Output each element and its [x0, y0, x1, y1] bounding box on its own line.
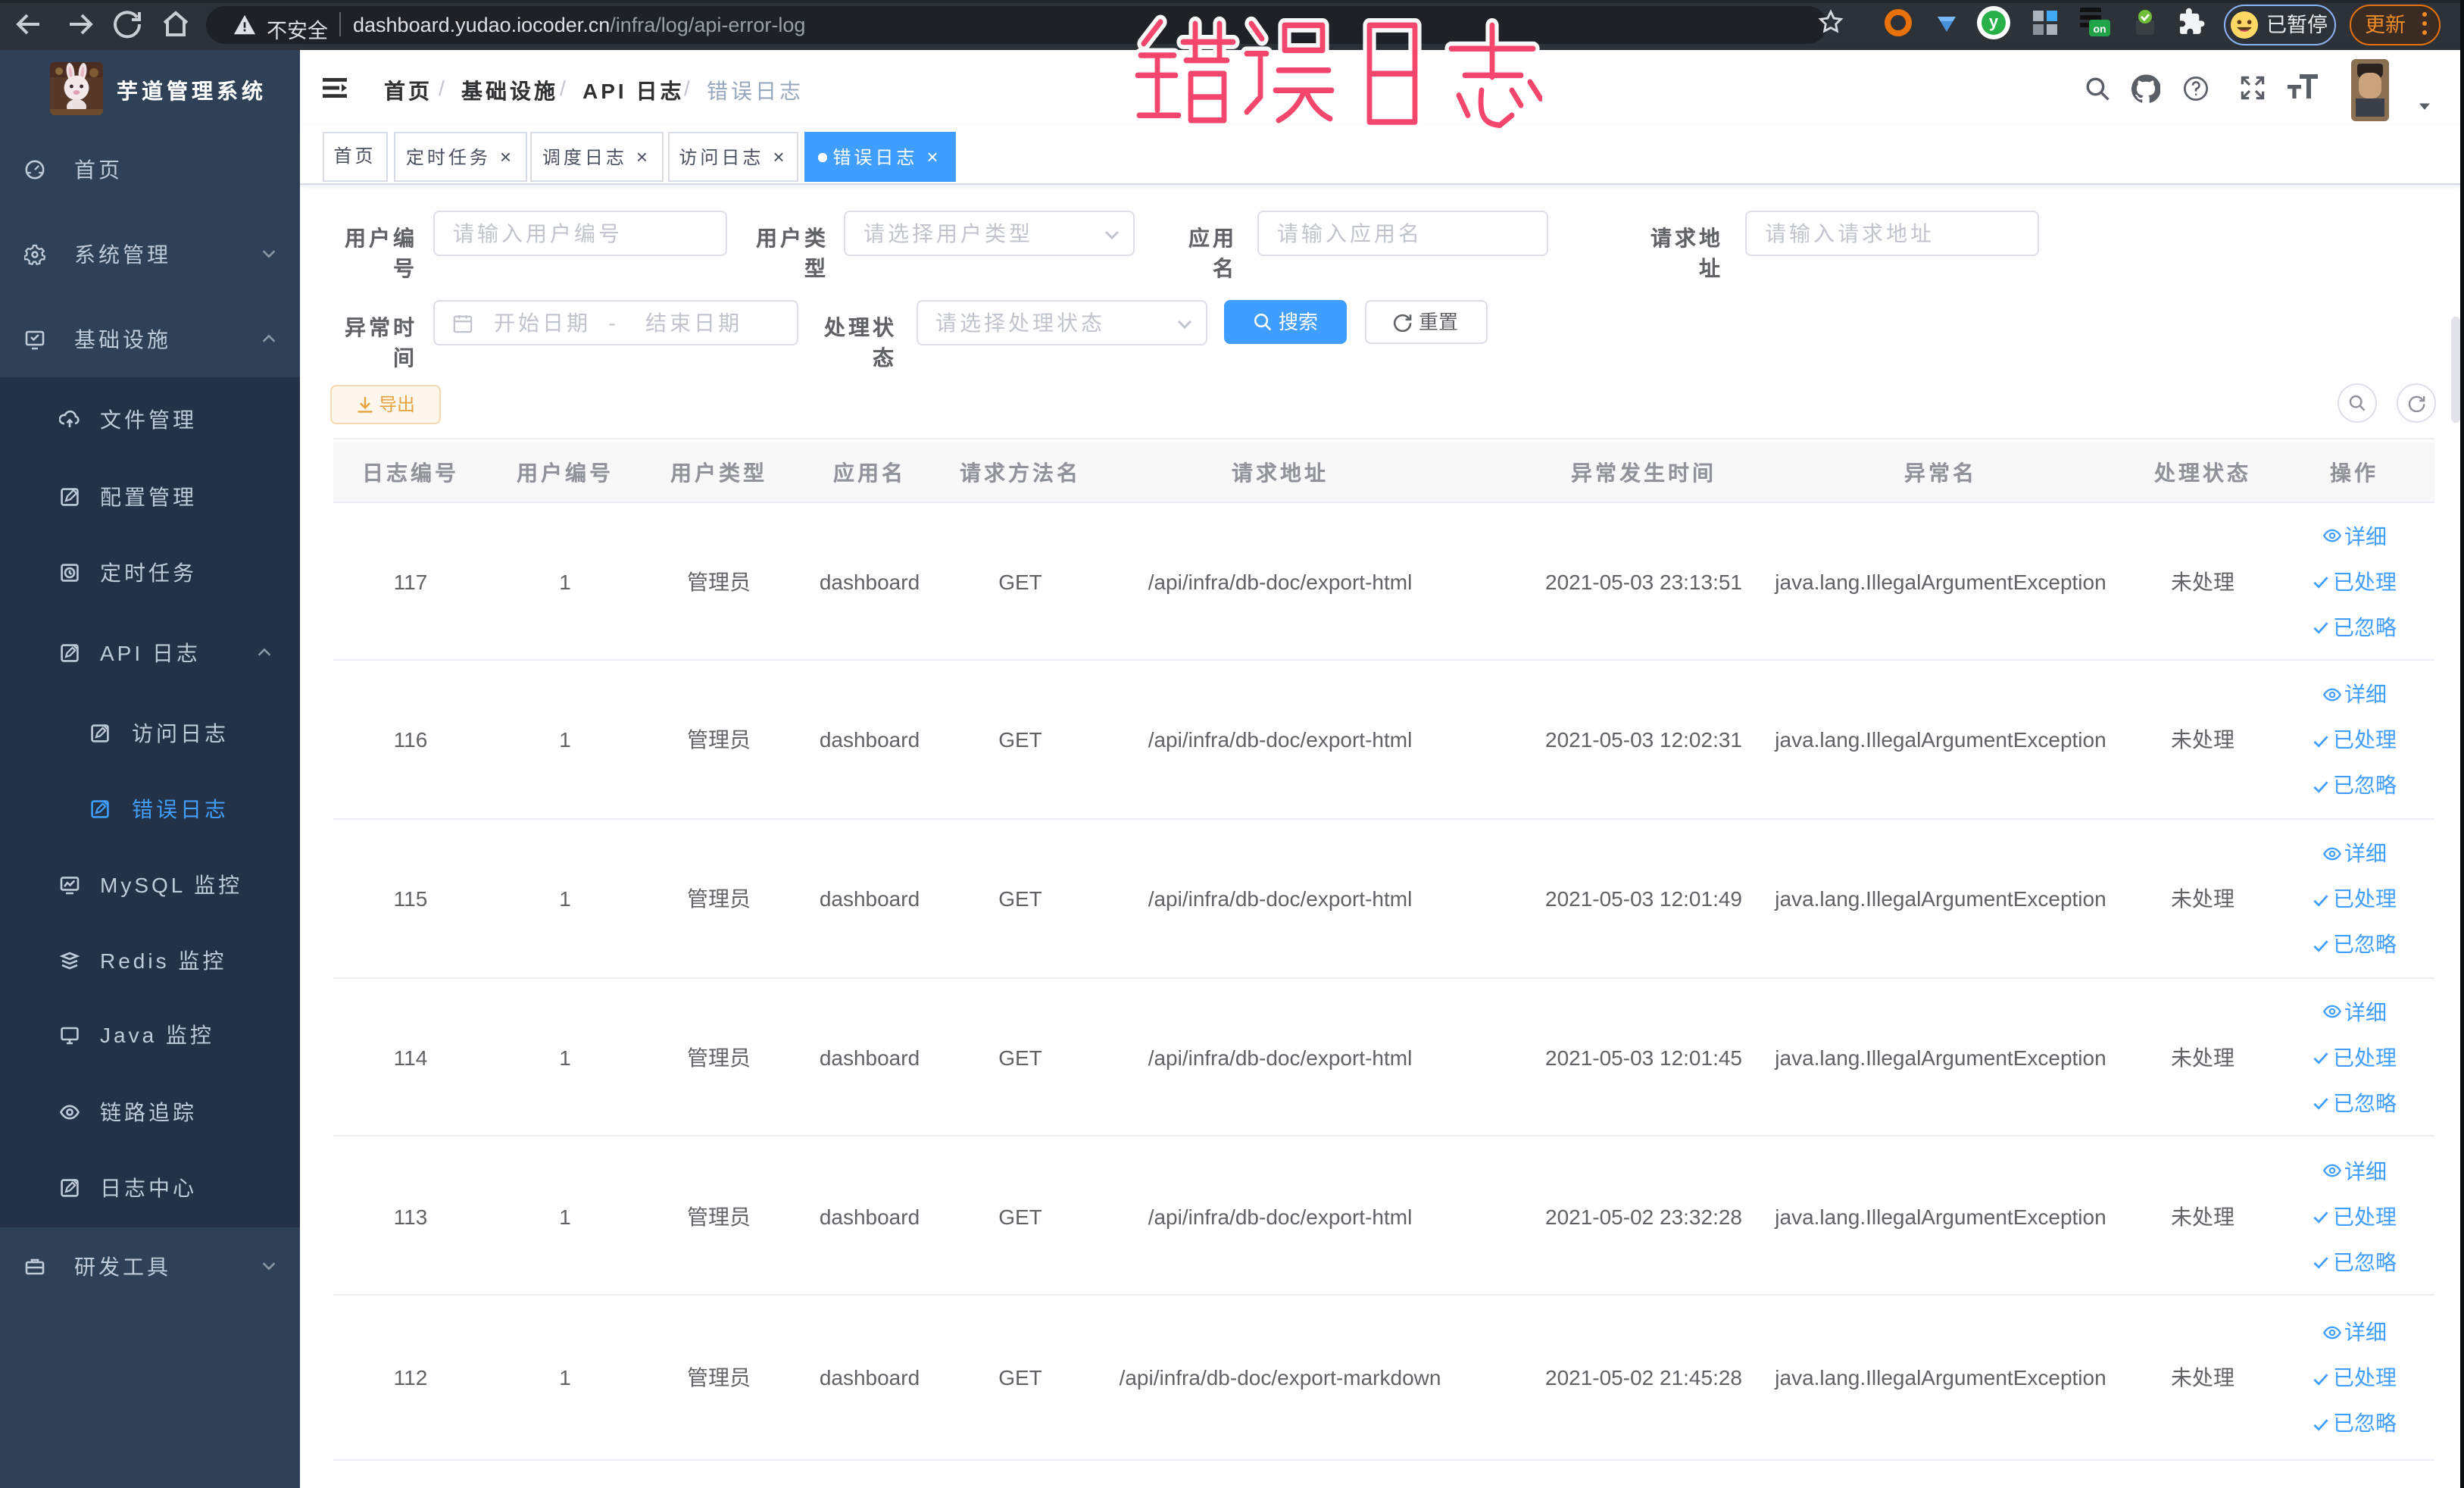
svg-text:on: on [2093, 23, 2106, 35]
